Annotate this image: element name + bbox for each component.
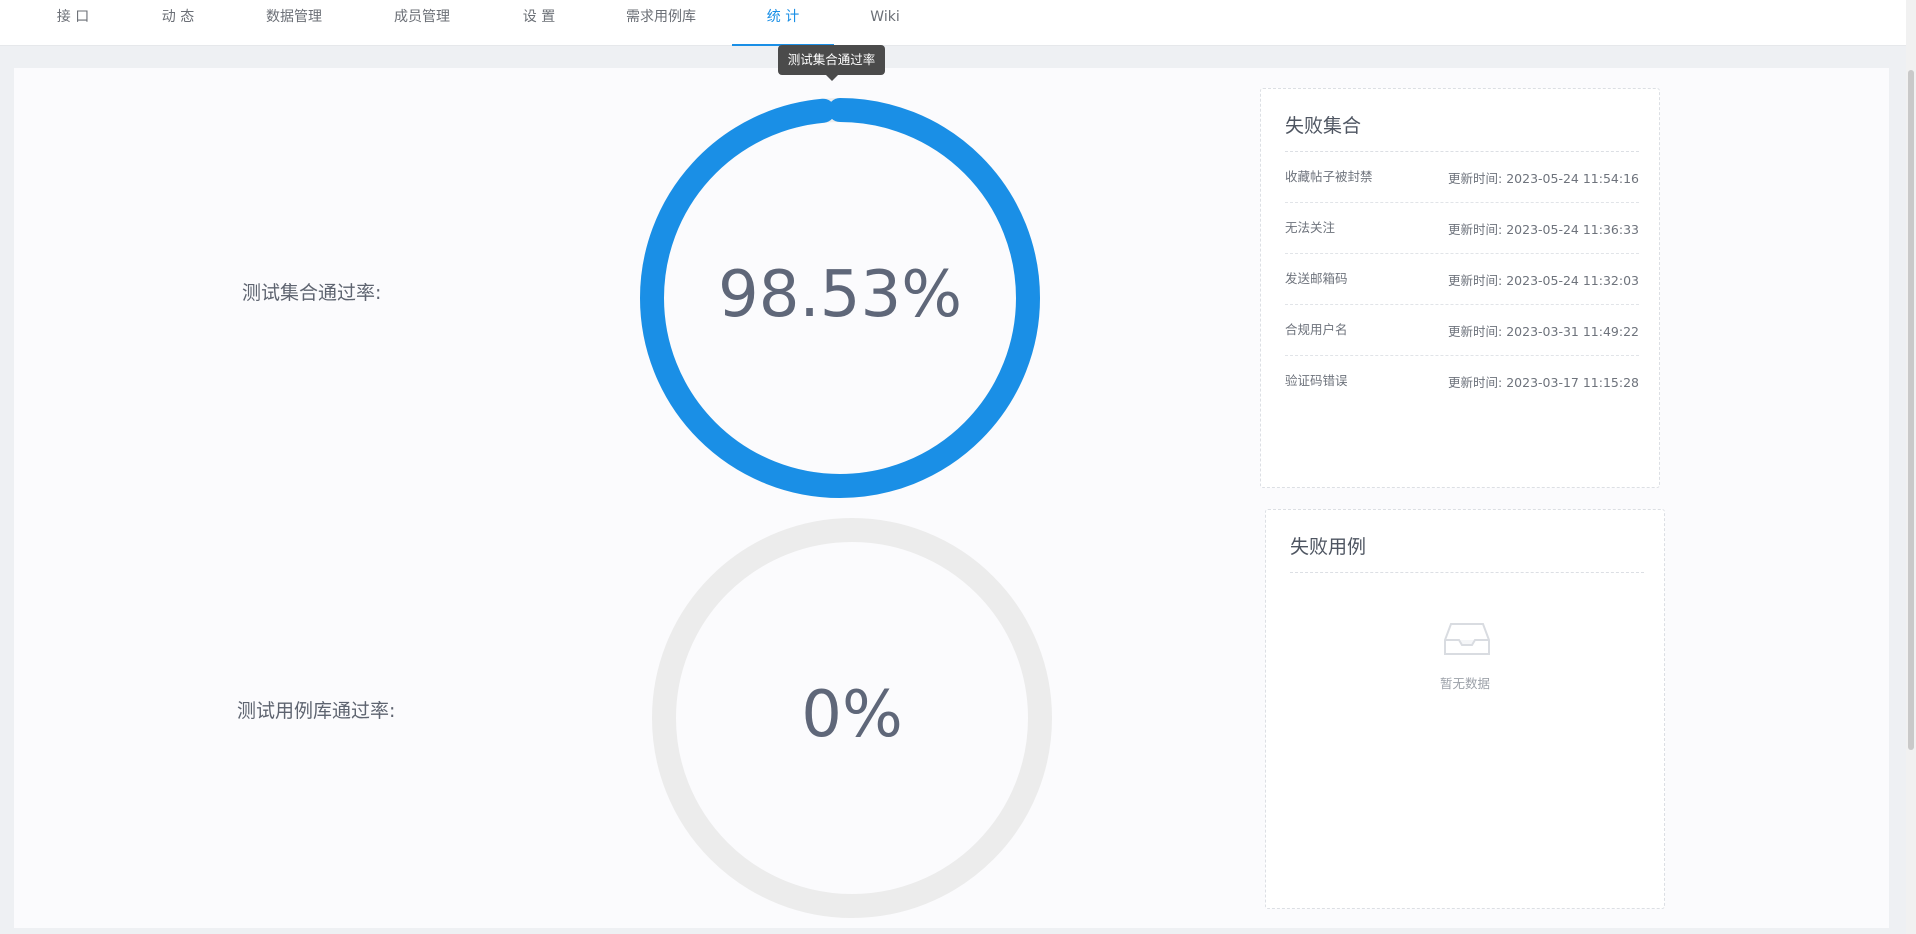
case-library-pass-rate-value: 0% xyxy=(801,678,903,752)
failed-collection-name: 合规用户名 xyxy=(1285,322,1348,337)
tab-api[interactable]: 接 口 xyxy=(52,0,94,46)
failed-collection-name: 收藏帖子被封禁 xyxy=(1285,169,1373,184)
failed-collection-time: 更新时间: 2023-03-31 11:49:22 xyxy=(1448,324,1639,339)
failed-collection-time: 更新时间: 2023-05-24 11:36:33 xyxy=(1448,222,1639,237)
tab-activity[interactable]: 动 态 xyxy=(158,0,198,46)
scrollbar-thumb[interactable] xyxy=(1908,70,1914,750)
tab-member-management[interactable]: 成员管理 xyxy=(392,0,452,46)
failed-collections-title: 失败集合 xyxy=(1285,115,1362,137)
gauge-tooltip: 测试集合通过率 xyxy=(778,45,885,81)
tab-statistics[interactable]: 统 计 xyxy=(732,0,834,46)
empty-state-text: 暂无数据 xyxy=(1439,676,1490,691)
failed-collection-item[interactable]: 收藏帖子被封禁 更新时间: 2023-05-24 11:54:16 xyxy=(1285,152,1639,203)
failed-collection-item[interactable]: 合规用户名 更新时间: 2023-03-31 11:49:22 xyxy=(1285,305,1639,356)
page-scrollbar[interactable] xyxy=(1906,0,1916,934)
failed-collection-name: 验证码错误 xyxy=(1285,373,1348,388)
case-library-pass-rate-label: 测试用例库通过率: xyxy=(237,700,396,722)
failed-cases-title: 失败用例 xyxy=(1290,536,1367,558)
failed-collection-time: 更新时间: 2023-05-24 11:54:16 xyxy=(1448,171,1639,186)
failed-cases-card: 失败用例 暂无数据 xyxy=(1265,509,1665,909)
top-nav: 接 口 动 态 数据管理 成员管理 设 置 需求用例库 统 计 Wiki xyxy=(0,0,1906,46)
empty-inbox-icon xyxy=(1444,623,1490,655)
statistics-content: 测试集合通过率: 98.53% 测试用例库通过率: 0% 失败集合 收藏帖子被封… xyxy=(14,68,1889,928)
failed-collection-time: 更新时间: 2023-03-17 11:15:28 xyxy=(1448,375,1639,390)
failed-collections-card: 失败集合 收藏帖子被封禁 更新时间: 2023-05-24 11:54:16 无… xyxy=(1260,88,1660,488)
case-library-pass-rate-gauge[interactable]: 0% xyxy=(642,508,1062,928)
collection-pass-rate-label: 测试集合通过率: xyxy=(242,282,382,304)
tab-data-management[interactable]: 数据管理 xyxy=(264,0,324,46)
collection-pass-rate-gauge[interactable]: 98.53% xyxy=(630,88,1050,508)
failed-collection-item[interactable]: 验证码错误 更新时间: 2023-03-17 11:15:28 xyxy=(1285,356,1639,407)
failed-collection-item[interactable]: 发送邮箱码 更新时间: 2023-05-24 11:32:03 xyxy=(1285,254,1639,305)
divider xyxy=(1290,572,1644,573)
tab-wiki[interactable]: Wiki xyxy=(869,0,901,46)
failed-collection-name: 无法关注 xyxy=(1285,220,1336,235)
tab-settings[interactable]: 设 置 xyxy=(518,0,560,46)
failed-collection-time: 更新时间: 2023-05-24 11:32:03 xyxy=(1448,273,1639,288)
failed-collection-name: 发送邮箱码 xyxy=(1285,271,1348,286)
tab-requirement-case-library[interactable]: 需求用例库 xyxy=(624,0,698,46)
failed-collection-item[interactable]: 无法关注 更新时间: 2023-05-24 11:36:33 xyxy=(1285,203,1639,254)
collection-pass-rate-value: 98.53% xyxy=(717,258,963,332)
